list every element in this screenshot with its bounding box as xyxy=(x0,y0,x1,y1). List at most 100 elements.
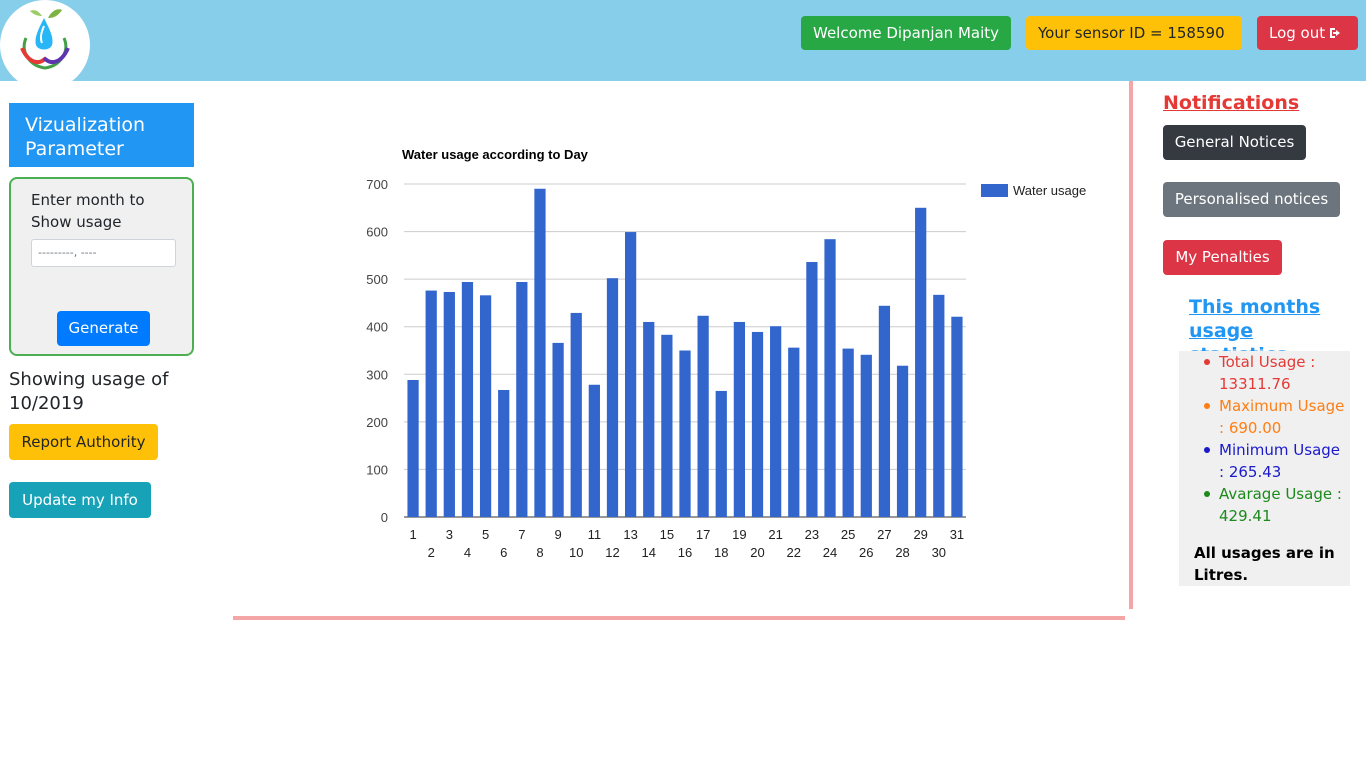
y-tick-label: 600 xyxy=(366,225,388,240)
report-authority-button[interactable]: Report Authority xyxy=(9,424,158,460)
bar-day-4 xyxy=(461,281,474,517)
bar-day-14 xyxy=(643,321,655,517)
generate-button[interactable]: Generate xyxy=(57,311,150,346)
showing-usage-text: Showing usage of 10/2019 xyxy=(9,369,169,414)
bar-day-21 xyxy=(770,326,782,517)
my-penalties-button[interactable]: My Penalties xyxy=(1163,240,1282,275)
x-tick-label: 8 xyxy=(536,545,543,560)
top-navbar: Welcome Dipanjan Maity Your sensor ID = … xyxy=(0,0,1366,90)
general-notices-button[interactable]: General Notices xyxy=(1163,125,1306,160)
y-tick-label: 100 xyxy=(366,462,388,477)
bar-day-25 xyxy=(842,348,854,517)
bar-day-10 xyxy=(570,312,582,517)
x-tick-label: 13 xyxy=(623,527,637,542)
bar-day-12 xyxy=(606,278,619,517)
y-tick-label: 300 xyxy=(366,367,388,382)
chart-border-bottom xyxy=(233,616,1125,620)
notifications-title[interactable]: Notifications xyxy=(1163,92,1299,114)
bullet-icon xyxy=(1204,491,1210,497)
month-label: Enter month to Show usage xyxy=(31,191,145,231)
visualization-parameter-title: Vizualization Parameter xyxy=(9,103,194,167)
personalised-notices-button[interactable]: Personalised notices xyxy=(1163,182,1340,217)
bullet-icon xyxy=(1204,447,1210,453)
bar-day-29 xyxy=(915,207,927,517)
app-logo[interactable] xyxy=(0,0,90,90)
bar-day-26 xyxy=(860,354,872,517)
chart-border-right xyxy=(1129,81,1133,609)
legend-label: Water usage xyxy=(1013,183,1086,198)
sensor-id-button[interactable]: Your sensor ID = 158590 xyxy=(1026,16,1242,50)
bar-day-18 xyxy=(715,390,727,517)
x-tick-label: 24 xyxy=(823,545,837,560)
bar-day-19 xyxy=(733,321,746,517)
x-tick-label: 9 xyxy=(554,527,561,542)
x-tick-label: 21 xyxy=(768,527,782,542)
bullet-icon xyxy=(1204,359,1210,365)
stat-text: Avarage Usage : 429.41 xyxy=(1219,485,1342,525)
bar-day-2 xyxy=(425,290,437,517)
bar-day-8 xyxy=(534,188,546,517)
x-tick-label: 1 xyxy=(409,527,416,542)
x-tick-label: 16 xyxy=(678,545,692,560)
stat-average-usage: Avarage Usage : 429.41 xyxy=(1189,483,1349,527)
x-tick-label: 20 xyxy=(750,545,764,560)
x-tick-label: 27 xyxy=(877,527,891,542)
stat-text: Total Usage : 13311.76 xyxy=(1219,353,1316,393)
stat-total-usage: Total Usage : 13311.76 xyxy=(1189,351,1349,395)
month-form: Enter month to Show usage ---------, ---… xyxy=(9,177,194,356)
chart-title: Water usage according to Day xyxy=(402,147,589,162)
x-tick-label: 15 xyxy=(660,527,674,542)
bar-day-27 xyxy=(878,305,891,517)
x-tick-label: 29 xyxy=(913,527,927,542)
water-usage-chart: Water usage according to Day 0 100 200 300 4… xyxy=(366,147,1086,560)
update-info-button[interactable]: Update my Info xyxy=(9,482,151,518)
bar-day-22 xyxy=(788,347,800,517)
bar-day-11 xyxy=(588,384,600,517)
sign-out-icon xyxy=(1330,28,1341,38)
x-tick-label: 6 xyxy=(500,545,507,560)
bar-day-17 xyxy=(697,315,709,517)
bar-day-31 xyxy=(951,316,963,517)
x-tick-label: 18 xyxy=(714,545,728,560)
bar-day-9 xyxy=(552,342,564,517)
y-tick-label: 700 xyxy=(366,177,388,192)
x-tick-label: 30 xyxy=(932,545,946,560)
welcome-button[interactable]: Welcome Dipanjan Maity xyxy=(801,16,1011,50)
bar-day-30 xyxy=(933,294,945,517)
bar-day-1 xyxy=(407,379,419,517)
x-tick-label: 4 xyxy=(464,545,471,560)
x-tick-label: 28 xyxy=(895,545,909,560)
x-tick-label: 31 xyxy=(950,527,964,542)
month-input[interactable]: ---------, ---- xyxy=(31,239,176,267)
x-tick-label: 26 xyxy=(859,545,873,560)
logout-label: Log out xyxy=(1269,24,1326,42)
usage-statistics-list: Total Usage : 13311.76 Maximum Usage : 6… xyxy=(1189,351,1349,527)
x-tick-label: 17 xyxy=(696,527,710,542)
bar-day-28 xyxy=(896,365,909,517)
stat-minimum-usage: Minimum Usage : 265.43 xyxy=(1189,439,1349,483)
x-tick-label: 23 xyxy=(805,527,819,542)
bar-day-15 xyxy=(661,334,673,517)
x-tick-label: 11 xyxy=(588,527,602,542)
stat-maximum-usage: Maximum Usage : 690.00 xyxy=(1189,395,1349,439)
bar-day-13 xyxy=(624,232,637,517)
bullet-icon xyxy=(1204,403,1210,409)
bar-day-23 xyxy=(806,262,818,517)
x-tick-label: 22 xyxy=(787,545,801,560)
y-tick-label: 200 xyxy=(366,415,388,430)
logout-button[interactable]: Log out xyxy=(1257,16,1358,50)
logo-icon xyxy=(20,9,70,70)
bar-day-6 xyxy=(498,389,510,517)
x-tick-label: 2 xyxy=(428,545,435,560)
usage-statistics-panel: Total Usage : 13311.76 Maximum Usage : 6… xyxy=(1179,351,1350,586)
bar-day-24 xyxy=(824,239,836,517)
x-tick-label: 25 xyxy=(841,527,855,542)
y-tick-label: 0 xyxy=(381,510,388,525)
stat-text: Minimum Usage : 265.43 xyxy=(1219,441,1341,481)
x-tick-label: 14 xyxy=(642,545,656,560)
x-tick-label: 12 xyxy=(605,545,619,560)
x-tick-label: 10 xyxy=(569,545,583,560)
bar-day-20 xyxy=(751,331,764,517)
x-tick-label: 3 xyxy=(446,527,453,542)
x-tick-label: 19 xyxy=(732,527,746,542)
